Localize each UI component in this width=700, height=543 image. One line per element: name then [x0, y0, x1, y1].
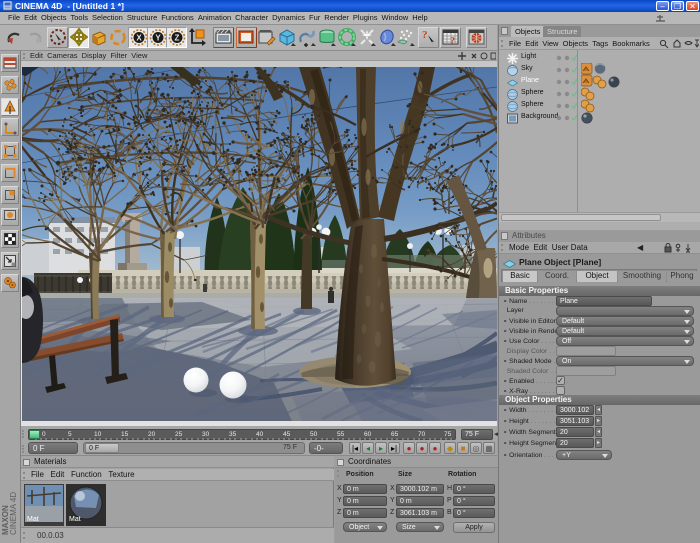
svg-text:X: X [136, 34, 142, 43]
svg-text:65: 65 [391, 431, 399, 438]
svg-text:40: 40 [256, 431, 264, 438]
svg-text:75: 75 [444, 431, 452, 438]
svg-text:20: 20 [148, 431, 156, 438]
svg-text:25: 25 [175, 431, 183, 438]
svg-text:Mat: Mat [27, 516, 39, 523]
svg-text:Mat: Mat [69, 516, 81, 523]
svg-text:55: 55 [337, 431, 345, 438]
svg-text:5: 5 [68, 431, 72, 438]
svg-text:Y: Y [155, 34, 161, 43]
svg-text:35: 35 [229, 431, 237, 438]
svg-text:?: ? [450, 36, 455, 46]
svg-text:60: 60 [364, 431, 372, 438]
svg-text:70: 70 [418, 431, 426, 438]
svg-text:10: 10 [94, 431, 102, 438]
svg-text:50: 50 [310, 431, 318, 438]
svg-text:45: 45 [283, 431, 291, 438]
svg-text:30: 30 [202, 431, 210, 438]
svg-text:15: 15 [121, 431, 129, 438]
svg-text:0: 0 [42, 431, 46, 438]
svg-text:Z: Z [175, 34, 180, 43]
svg-text:?: ? [422, 29, 428, 41]
